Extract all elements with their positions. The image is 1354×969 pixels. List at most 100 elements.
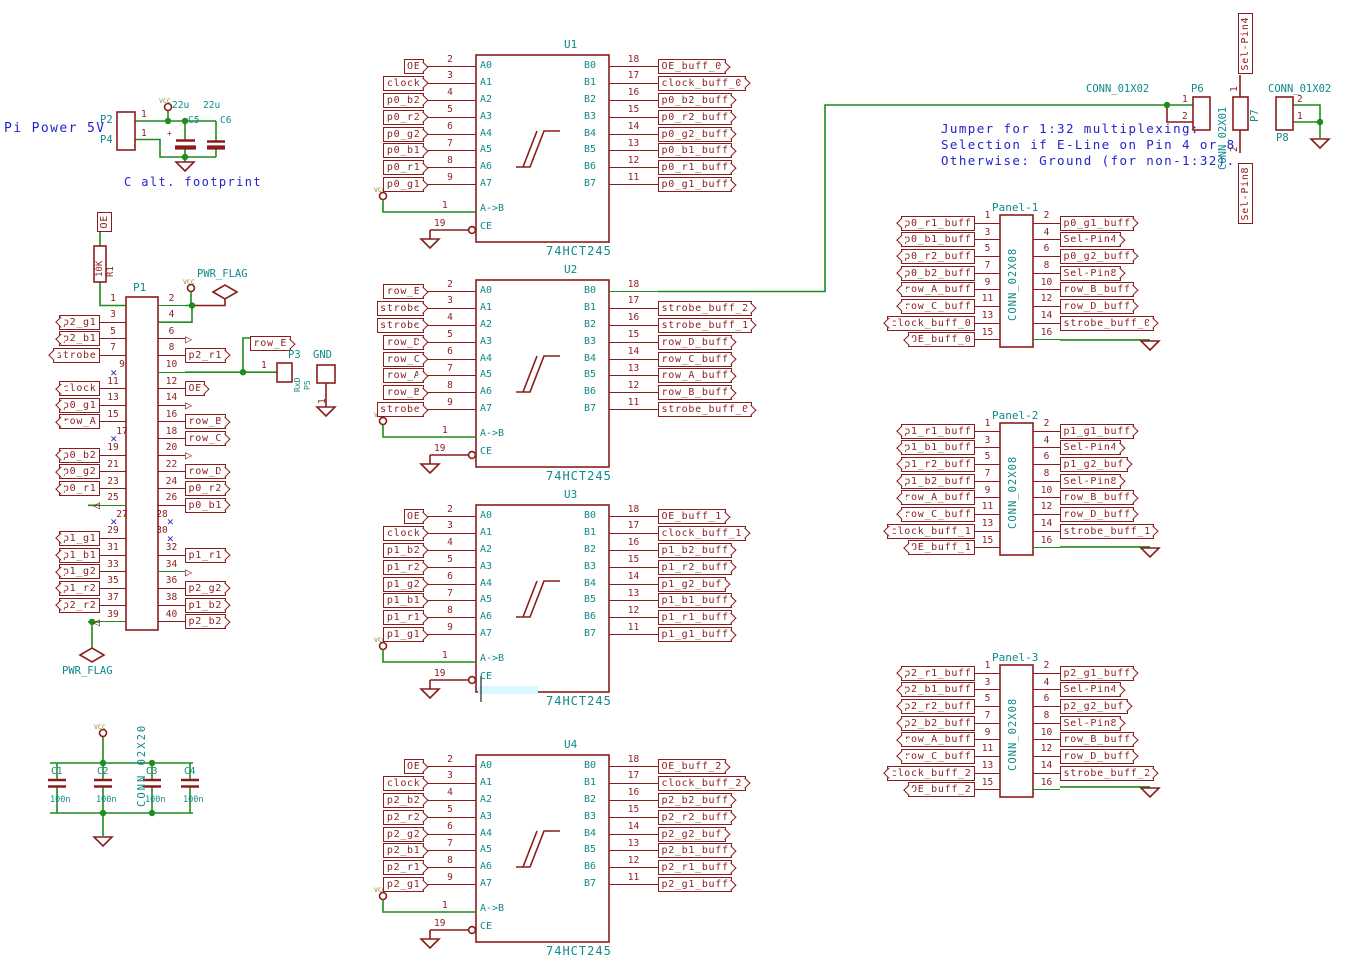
- net-label[interactable]: p0_g1_buff: [1060, 216, 1134, 231]
- net-label[interactable]: p0_r2: [185, 481, 226, 496]
- net-label[interactable]: p1_b1: [383, 593, 424, 608]
- net-label[interactable]: OE_buff_0: [658, 59, 726, 74]
- ref-r1[interactable]: R1: [106, 266, 116, 277]
- net-label[interactable]: strobe_buff_0: [1060, 316, 1154, 331]
- net-label[interactable]: p2_g2: [383, 827, 424, 842]
- ref-c5[interactable]: C5: [188, 115, 199, 126]
- ref-p2[interactable]: P2: [100, 114, 113, 126]
- net-label[interactable]: row_B_buff: [1060, 732, 1134, 747]
- net-label[interactable]: OE_buff_2: [658, 759, 726, 774]
- net-label[interactable]: OE_buff_2: [908, 782, 976, 797]
- ref-c2[interactable]: C2: [97, 766, 108, 777]
- net-label[interactable]: p0_g1_buff: [658, 177, 732, 192]
- net-label[interactable]: p2_g1: [383, 877, 424, 892]
- net-label-sel-pin4[interactable]: Sel-Pin4: [1233, 13, 1252, 74]
- net-label[interactable]: p1_b2_buff: [901, 474, 975, 489]
- ref-u3[interactable]: U3: [564, 488, 577, 501]
- net-label[interactable]: row_C_buff: [901, 299, 975, 314]
- net-label[interactable]: p2_r1_buff: [901, 666, 975, 681]
- net-label[interactable]: row_A: [59, 414, 100, 429]
- net-label[interactable]: strobe: [377, 301, 424, 316]
- net-label[interactable]: p1_g2_buf: [658, 577, 726, 592]
- net-label[interactable]: clock: [383, 76, 424, 91]
- net-label[interactable]: row_D_buff: [1060, 507, 1134, 522]
- net-label[interactable]: p2_r1: [185, 348, 226, 363]
- net-label[interactable]: p1_b1_buff: [658, 593, 732, 608]
- net-label[interactable]: clock_buff_1: [658, 526, 746, 541]
- ref-c4[interactable]: C4: [184, 766, 195, 777]
- ref-u1[interactable]: U1: [564, 38, 577, 51]
- net-label[interactable]: p1_r1: [185, 548, 226, 563]
- net-label[interactable]: p0_b1_buff: [658, 143, 732, 158]
- net-label[interactable]: Sel-Pin4: [1060, 682, 1121, 697]
- net-label[interactable]: OE: [185, 381, 205, 396]
- net-label[interactable]: p0_g2_buff: [658, 127, 732, 142]
- net-label[interactable]: p0_r1: [59, 481, 100, 496]
- net-label[interactable]: p2_g1_buff: [1060, 666, 1134, 681]
- net-label[interactable]: p2_g2_buf: [1060, 699, 1128, 714]
- net-label[interactable]: row_C: [383, 352, 424, 367]
- net-label[interactable]: p1_r2: [383, 560, 424, 575]
- ref-p8[interactable]: P8: [1276, 132, 1289, 144]
- net-label[interactable]: p0_g1: [383, 177, 424, 192]
- net-label[interactable]: OE: [404, 59, 424, 74]
- net-label[interactable]: p1_g2: [59, 564, 100, 579]
- net-label[interactable]: OE: [404, 759, 424, 774]
- net-label[interactable]: row_B_buff: [1060, 282, 1134, 297]
- net-label[interactable]: p0_b1: [185, 498, 226, 513]
- net-label[interactable]: p2_g1: [59, 315, 100, 330]
- net-label[interactable]: clock: [383, 526, 424, 541]
- net-label[interactable]: p1_b1: [59, 548, 100, 563]
- net-label[interactable]: p0_r2: [383, 110, 424, 125]
- net-label[interactable]: p1_r2_buff: [901, 457, 975, 472]
- net-label[interactable]: row_B: [185, 414, 226, 429]
- net-label[interactable]: p2_b2_buff: [658, 793, 732, 808]
- net-label[interactable]: row_D: [185, 464, 226, 479]
- net-label[interactable]: p0_b1_buff: [901, 232, 975, 247]
- ref-c6[interactable]: C6: [220, 115, 231, 126]
- net-label[interactable]: row_C_buff: [901, 507, 975, 522]
- net-label[interactable]: strobe_buff_1: [658, 318, 752, 333]
- net-label[interactable]: p2_b1: [59, 331, 100, 346]
- net-label[interactable]: p0_g2: [383, 127, 424, 142]
- net-label[interactable]: p1_r2_buff: [658, 560, 732, 575]
- net-label[interactable]: p0_r1_buff: [658, 160, 732, 175]
- net-label[interactable]: strobe_buff_2: [658, 301, 752, 316]
- ref-u4[interactable]: U4: [564, 738, 577, 751]
- ref-p1[interactable]: P1: [133, 281, 146, 294]
- net-label[interactable]: p0_r1: [383, 160, 424, 175]
- net-label[interactable]: strobe: [377, 402, 424, 417]
- net-label[interactable]: Sel-Pin4: [1060, 440, 1121, 455]
- net-label[interactable]: p0_b2_buff: [658, 93, 732, 108]
- net-label[interactable]: p2_g1_buff: [658, 877, 732, 892]
- net-label[interactable]: p0_g2: [59, 464, 100, 479]
- net-label[interactable]: strobe_buff_1: [1060, 524, 1154, 539]
- net-label[interactable]: p2_r2: [59, 598, 100, 613]
- net-label[interactable]: Sel-Pin8: [1060, 716, 1121, 731]
- net-label[interactable]: p1_r1: [383, 610, 424, 625]
- net-label[interactable]: row_A_buff: [901, 490, 975, 505]
- net-label[interactable]: row_B: [383, 385, 424, 400]
- net-label[interactable]: row_C_buff: [658, 352, 732, 367]
- net-label[interactable]: p2_r2_buff: [658, 810, 732, 825]
- net-label[interactable]: OE_buff_1: [658, 509, 726, 524]
- net-label[interactable]: p2_g2_buf: [658, 827, 726, 842]
- net-label[interactable]: row_D_buff: [1060, 749, 1134, 764]
- net-label[interactable]: OE_buff_0: [908, 332, 976, 347]
- net-label[interactable]: p1_g1: [383, 627, 424, 642]
- net-label-sel-pin8[interactable]: Sel-Pin8: [1233, 163, 1252, 224]
- net-label[interactable]: row_A_buff: [658, 368, 732, 383]
- ref-p6[interactable]: P6: [1191, 83, 1204, 95]
- net-label[interactable]: p1_b2: [383, 543, 424, 558]
- net-label[interactable]: p2_b2: [185, 614, 226, 629]
- net-label[interactable]: p2_b1_buff: [901, 682, 975, 697]
- net-label[interactable]: p2_r1_buff: [658, 860, 732, 875]
- net-label[interactable]: strobe: [377, 318, 424, 333]
- net-label[interactable]: Sel-Pin4: [1060, 232, 1121, 247]
- net-label[interactable]: Sel-Pin8: [1060, 266, 1121, 281]
- net-label[interactable]: p2_b1: [383, 843, 424, 858]
- net-label[interactable]: p2_r1: [383, 860, 424, 875]
- net-label[interactable]: p2_g2: [185, 581, 226, 596]
- net-label[interactable]: p1_g1_buff: [658, 627, 732, 642]
- ref-c1[interactable]: C1: [51, 766, 62, 777]
